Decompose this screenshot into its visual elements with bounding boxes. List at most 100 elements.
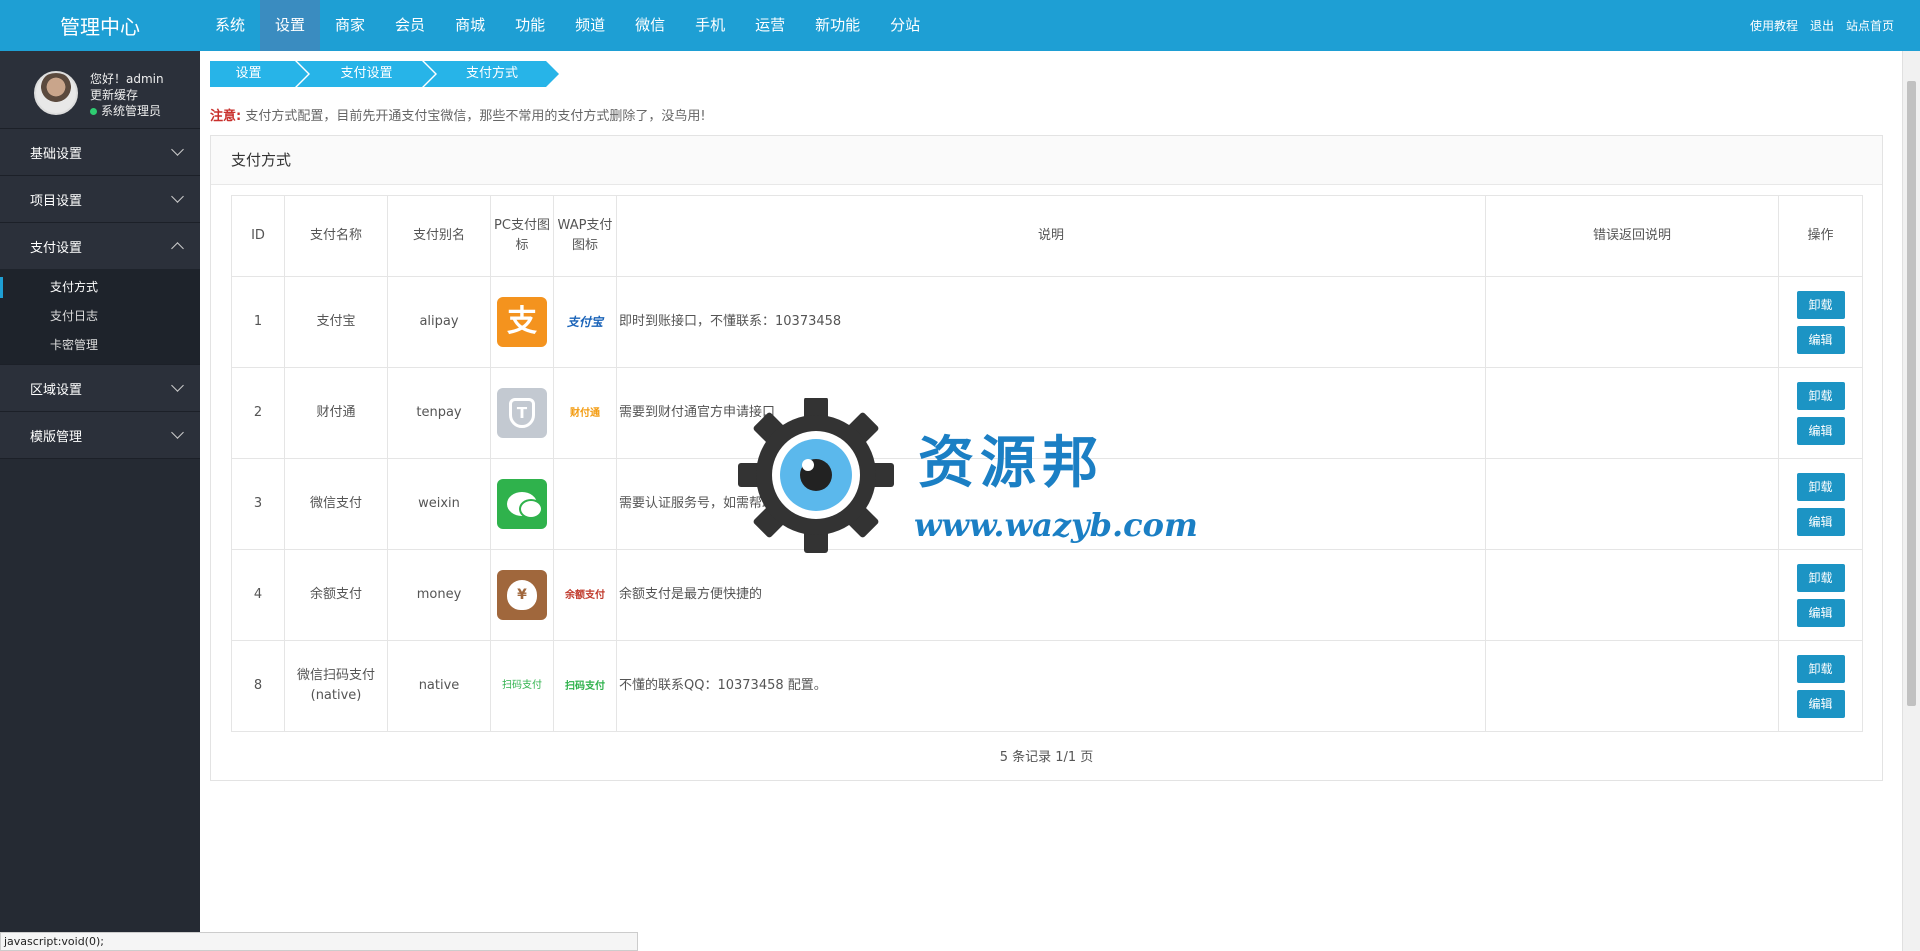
site-home-link[interactable]: 站点首页 (1846, 17, 1894, 34)
cell-pc-icon: 支 (490, 276, 554, 368)
header-actions: 操作 (1778, 195, 1863, 277)
menu-group-payment: 支付设置 支付方式 支付日志 卡密管理 (0, 223, 200, 365)
table-row: 8 微信扫码支付(native) native 扫码支付 扫码支付 不懂的联系Q… (231, 640, 1863, 732)
cell-error (1485, 367, 1779, 459)
cell-wap-icon: 扫码支付 (553, 640, 617, 732)
nav-item-settings[interactable]: 设置 (260, 0, 321, 51)
edit-button[interactable]: 编辑 (1796, 416, 1845, 445)
cell-id: 1 (231, 276, 285, 368)
cell-alias: money (387, 549, 491, 641)
menu-label: 基础设置 (30, 146, 83, 162)
cell-error (1485, 640, 1779, 732)
nav-item-new-features[interactable]: 新功能 (800, 0, 875, 51)
cell-alias: weixin (387, 458, 491, 550)
avatar (34, 71, 78, 115)
cell-alias: alipay (387, 276, 491, 368)
greeting-text: 您好！admin (90, 72, 164, 86)
cell-wap-icon: 支付宝 (553, 276, 617, 368)
cell-description: 需要认证服务号，如需帮助qq 10373458 (616, 458, 1486, 550)
chevron-down-icon (171, 379, 184, 392)
cell-wap-icon: 余额支付 (553, 549, 617, 641)
cell-id: 4 (231, 549, 285, 641)
refresh-cache-link[interactable]: 更新缓存 (90, 87, 164, 103)
tenpay-wap-icon: 财付通 (570, 407, 600, 419)
uninstall-button[interactable]: 卸载 (1796, 290, 1845, 319)
cell-pc-icon: T (490, 367, 554, 459)
uninstall-button[interactable]: 卸载 (1796, 654, 1845, 683)
cell-wap-icon (553, 458, 617, 550)
panel-title: 支付方式 (211, 136, 1882, 185)
table-row: 2 财付通 tenpay T 财付通 需要到财付通官方申请接口 卸载 编辑 (231, 367, 1863, 459)
nav-item-function[interactable]: 功能 (500, 0, 560, 51)
menu-group-template: 模版管理 (0, 412, 200, 459)
tenpay-icon: T (497, 388, 547, 438)
menu-group-project: 项目设置 (0, 176, 200, 223)
cell-actions: 卸载 编辑 (1778, 640, 1863, 732)
sidebar-item-payment-methods[interactable]: 支付方式 (0, 273, 200, 302)
uninstall-button[interactable]: 卸载 (1796, 472, 1845, 501)
edit-button[interactable]: 编辑 (1796, 507, 1845, 536)
sidebar-item-card-management[interactable]: 卡密管理 (0, 331, 200, 360)
cell-pc-icon: ¥ (490, 549, 554, 641)
yen-icon: ¥ (507, 580, 537, 610)
cell-name: 微信扫码支付(native) (284, 640, 388, 732)
cell-alias: native (387, 640, 491, 732)
top-nav: 系统 设置 商家 会员 商城 功能 频道 微信 手机 运营 新功能 分站 (200, 0, 935, 51)
menu-project-settings[interactable]: 项目设置 (0, 176, 200, 222)
alipay-icon: 支 (497, 297, 547, 347)
sidebar-item-payment-log[interactable]: 支付日志 (0, 302, 200, 331)
menu-payment-settings[interactable]: 支付设置 (0, 223, 200, 269)
breadcrumb-payment-methods[interactable]: 支付方式 (424, 61, 559, 87)
breadcrumb-settings[interactable]: 设置 (210, 61, 308, 87)
table-row: 1 支付宝 alipay 支 支付宝 即时到账接口，不懂联系：10373458 … (231, 276, 1863, 368)
cell-name: 支付宝 (284, 276, 388, 368)
header-wap-icon: WAP支付图标 (553, 195, 617, 277)
cell-id: 8 (231, 640, 285, 732)
nav-item-mall[interactable]: 商城 (440, 0, 500, 51)
header-name: 支付名称 (284, 195, 388, 277)
cell-actions: 卸载 编辑 (1778, 276, 1863, 368)
menu-template-management[interactable]: 模版管理 (0, 412, 200, 458)
scrollbar-thumb[interactable] (1907, 81, 1916, 706)
header-alias: 支付别名 (387, 195, 491, 277)
nav-item-member[interactable]: 会员 (380, 0, 440, 51)
user-profile: 您好！admin 更新缓存 系统管理员 (0, 51, 200, 129)
menu-label: 模版管理 (30, 429, 83, 445)
nav-item-system[interactable]: 系统 (200, 0, 260, 51)
page-scrollbar[interactable] (1902, 51, 1920, 951)
menu-group-region: 区域设置 (0, 365, 200, 412)
chevron-down-icon (171, 143, 184, 156)
menu-basic-settings[interactable]: 基础设置 (0, 129, 200, 175)
brand-title[interactable]: 管理中心 (0, 0, 200, 51)
nav-item-merchant[interactable]: 商家 (320, 0, 380, 51)
nav-item-substation[interactable]: 分站 (875, 0, 935, 51)
nav-item-operation[interactable]: 运营 (740, 0, 800, 51)
alipay-wap-icon: 支付宝 (566, 314, 603, 329)
tutorial-link[interactable]: 使用教程 (1750, 17, 1798, 34)
nav-item-mobile[interactable]: 手机 (680, 0, 740, 51)
breadcrumb-payment-settings[interactable]: 支付设置 (297, 61, 435, 87)
cell-description: 余额支付是最方便快捷的 (616, 549, 1486, 641)
money-bag-icon: ¥ (497, 570, 547, 620)
cell-wap-icon: 财付通 (553, 367, 617, 459)
edit-button[interactable]: 编辑 (1796, 325, 1845, 354)
payment-methods-table: ID 支付名称 支付别名 PC支付图标 WAP支付图标 说明 错误返回说明 操作… (231, 195, 1863, 732)
nav-item-channel[interactable]: 频道 (560, 0, 620, 51)
cell-error (1485, 458, 1779, 550)
cell-description: 需要到财付通官方申请接口 (616, 367, 1486, 459)
uninstall-button[interactable]: 卸载 (1796, 381, 1845, 410)
menu-region-settings[interactable]: 区域设置 (0, 365, 200, 411)
cell-actions: 卸载 编辑 (1778, 458, 1863, 550)
qr-pay-wap-icon: 扫码支付 (565, 680, 605, 692)
menu-group-basic: 基础设置 (0, 129, 200, 176)
chevron-down-icon (171, 190, 184, 203)
edit-button[interactable]: 编辑 (1796, 689, 1845, 718)
table-row: 4 余额支付 money ¥ 余额支付 余额支付是最方便快捷的 卸载 编辑 (231, 549, 1863, 641)
uninstall-button[interactable]: 卸载 (1796, 563, 1845, 592)
logout-link[interactable]: 退出 (1810, 17, 1834, 34)
cell-pc-icon (490, 458, 554, 550)
browser-status-bar: javascript:void(0); (0, 932, 638, 951)
edit-button[interactable]: 编辑 (1796, 598, 1845, 627)
cell-alias: tenpay (387, 367, 491, 459)
nav-item-wechat[interactable]: 微信 (620, 0, 680, 51)
